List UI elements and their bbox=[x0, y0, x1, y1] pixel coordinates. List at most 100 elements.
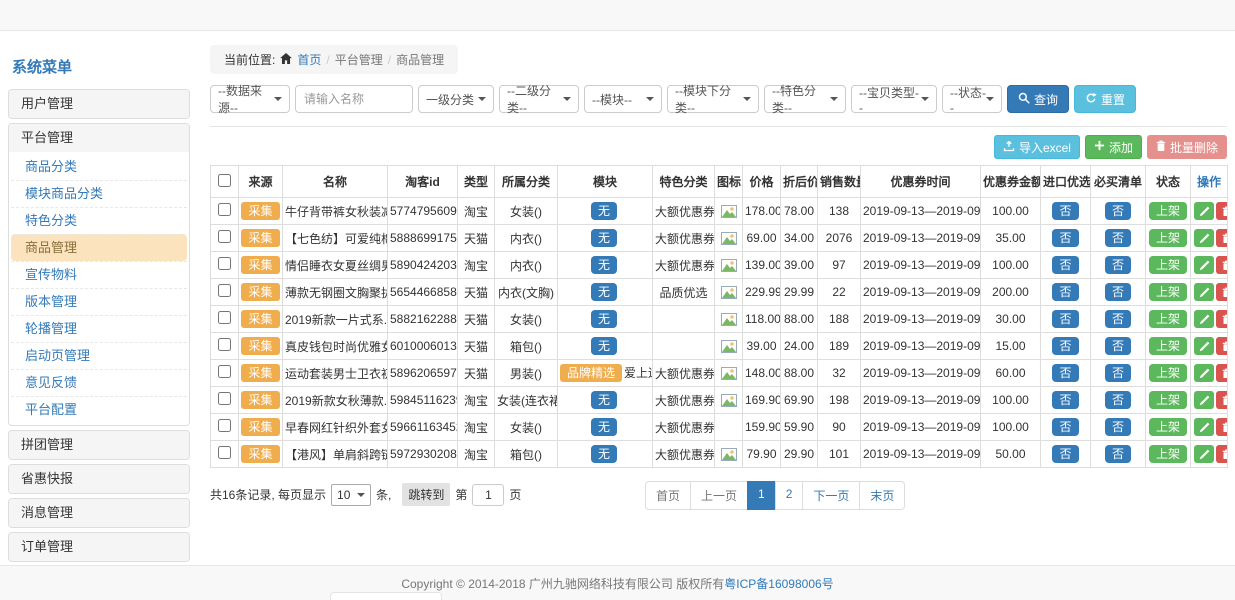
icp-link[interactable]: 粤ICP备16098006号 bbox=[724, 575, 833, 592]
edit-button[interactable] bbox=[1194, 283, 1214, 301]
pager-page-2[interactable]: 2 bbox=[775, 481, 804, 510]
import-select-badge[interactable]: 否 bbox=[1052, 283, 1078, 301]
import-select-badge[interactable]: 否 bbox=[1052, 445, 1078, 463]
select-all-checkbox[interactable] bbox=[218, 174, 231, 187]
must-buy-badge[interactable]: 否 bbox=[1105, 283, 1131, 301]
pager-first[interactable]: 首页 bbox=[645, 481, 691, 510]
delete-button[interactable] bbox=[1216, 445, 1228, 463]
status-badge[interactable]: 上架 bbox=[1149, 445, 1187, 463]
sidebar-item-users[interactable]: 用户管理 bbox=[9, 90, 189, 118]
search-button[interactable]: 查询 bbox=[1007, 85, 1069, 113]
level2-category-select[interactable]: --二级分类-- bbox=[499, 85, 579, 113]
sidebar-item-goods-category[interactable]: 商品分类 bbox=[11, 154, 187, 180]
edit-button[interactable] bbox=[1194, 418, 1214, 436]
must-buy-badge[interactable]: 否 bbox=[1105, 418, 1131, 436]
delete-button[interactable] bbox=[1216, 229, 1228, 247]
status-badge[interactable]: 上架 bbox=[1149, 202, 1187, 220]
level1-category-select[interactable]: 一级分类 bbox=[418, 85, 494, 113]
row-checkbox[interactable] bbox=[218, 419, 231, 432]
sidebar-item-version-management[interactable]: 版本管理 bbox=[11, 288, 187, 315]
status-badge[interactable]: 上架 bbox=[1149, 364, 1187, 382]
feature-category-select[interactable]: --特色分类-- bbox=[764, 85, 846, 113]
must-buy-badge[interactable]: 否 bbox=[1105, 364, 1131, 382]
status-select[interactable]: --状态-- bbox=[942, 85, 1002, 113]
delete-button[interactable] bbox=[1216, 202, 1228, 220]
row-checkbox[interactable] bbox=[218, 257, 231, 270]
jump-button[interactable]: 跳转到 bbox=[402, 483, 450, 506]
edit-button[interactable] bbox=[1194, 391, 1214, 409]
sidebar-item-promo-material[interactable]: 宣传物料 bbox=[11, 261, 187, 288]
sidebar-item-splash-management[interactable]: 启动页管理 bbox=[11, 342, 187, 369]
edit-button[interactable] bbox=[1194, 310, 1214, 328]
delete-button[interactable] bbox=[1216, 283, 1228, 301]
sidebar-item-groupbuy[interactable]: 拼团管理 bbox=[9, 431, 189, 459]
import-select-badge[interactable]: 否 bbox=[1052, 202, 1078, 220]
delete-button[interactable] bbox=[1216, 310, 1228, 328]
row-checkbox[interactable] bbox=[218, 284, 231, 297]
import-select-badge[interactable]: 否 bbox=[1052, 337, 1078, 355]
must-buy-badge[interactable]: 否 bbox=[1105, 337, 1131, 355]
module-sub-category-select[interactable]: --模块下分类-- bbox=[667, 85, 759, 113]
status-badge[interactable]: 上架 bbox=[1149, 418, 1187, 436]
edit-button[interactable] bbox=[1194, 229, 1214, 247]
row-checkbox[interactable] bbox=[218, 338, 231, 351]
edit-button[interactable] bbox=[1194, 337, 1214, 355]
batch-delete-button[interactable]: 批量删除 bbox=[1147, 135, 1227, 159]
row-checkbox[interactable] bbox=[218, 392, 231, 405]
sidebar-item-goods-management[interactable]: 商品管理 bbox=[11, 234, 187, 261]
item-type-select[interactable]: --宝贝类型-- bbox=[851, 85, 937, 113]
import-select-badge[interactable]: 否 bbox=[1052, 364, 1078, 382]
import-excel-button[interactable]: 导入excel bbox=[994, 135, 1080, 159]
edit-button[interactable] bbox=[1194, 445, 1214, 463]
pager-last[interactable]: 末页 bbox=[859, 481, 905, 510]
name-search-input[interactable] bbox=[295, 85, 413, 113]
import-select-badge[interactable]: 否 bbox=[1052, 229, 1078, 247]
source-filter-select[interactable]: --数据来源-- bbox=[210, 85, 290, 113]
jump-page-input[interactable] bbox=[472, 484, 504, 506]
must-buy-badge[interactable]: 否 bbox=[1105, 391, 1131, 409]
reset-button[interactable]: 重置 bbox=[1074, 85, 1136, 113]
must-buy-badge[interactable]: 否 bbox=[1105, 256, 1131, 274]
pager-next[interactable]: 下一页 bbox=[802, 481, 860, 510]
sidebar-item-module-goods-category[interactable]: 模块商品分类 bbox=[11, 180, 187, 207]
delete-button[interactable] bbox=[1216, 418, 1228, 436]
pager-prev[interactable]: 上一页 bbox=[690, 481, 748, 510]
sidebar-item-feedback[interactable]: 意见反馈 bbox=[11, 369, 187, 396]
edit-button[interactable] bbox=[1194, 202, 1214, 220]
import-select-badge[interactable]: 否 bbox=[1052, 418, 1078, 436]
row-checkbox[interactable] bbox=[218, 230, 231, 243]
must-buy-badge[interactable]: 否 bbox=[1105, 445, 1131, 463]
must-buy-badge[interactable]: 否 bbox=[1105, 202, 1131, 220]
status-badge[interactable]: 上架 bbox=[1149, 256, 1187, 274]
delete-button[interactable] bbox=[1216, 256, 1228, 274]
status-badge[interactable]: 上架 bbox=[1149, 337, 1187, 355]
status-badge[interactable]: 上架 bbox=[1149, 391, 1187, 409]
sidebar-item-news[interactable]: 省惠快报 bbox=[9, 465, 189, 493]
delete-button[interactable] bbox=[1216, 337, 1228, 355]
breadcrumb-home-link[interactable]: 首页 bbox=[297, 51, 321, 68]
must-buy-badge[interactable]: 否 bbox=[1105, 310, 1131, 328]
sidebar-item-feature-category[interactable]: 特色分类 bbox=[11, 207, 187, 234]
sidebar-item-orders[interactable]: 订单管理 bbox=[9, 533, 189, 561]
pager-page-1[interactable]: 1 bbox=[747, 481, 776, 510]
status-badge[interactable]: 上架 bbox=[1149, 229, 1187, 247]
status-badge[interactable]: 上架 bbox=[1149, 310, 1187, 328]
import-select-badge[interactable]: 否 bbox=[1052, 391, 1078, 409]
edit-button[interactable] bbox=[1194, 256, 1214, 274]
status-badge[interactable]: 上架 bbox=[1149, 283, 1187, 301]
import-select-badge[interactable]: 否 bbox=[1052, 310, 1078, 328]
row-checkbox[interactable] bbox=[218, 311, 231, 324]
module-select[interactable]: --模块-- bbox=[584, 85, 662, 113]
must-buy-badge[interactable]: 否 bbox=[1105, 229, 1131, 247]
edit-button[interactable] bbox=[1194, 364, 1214, 382]
row-checkbox[interactable] bbox=[218, 446, 231, 459]
page-size-select[interactable]: 10 bbox=[331, 484, 371, 506]
sidebar-item-carousel-management[interactable]: 轮播管理 bbox=[11, 315, 187, 342]
delete-button[interactable] bbox=[1216, 364, 1228, 382]
delete-button[interactable] bbox=[1216, 391, 1228, 409]
add-button[interactable]: 添加 bbox=[1085, 135, 1142, 159]
row-checkbox[interactable] bbox=[218, 203, 231, 216]
sidebar-item-platform[interactable]: 平台管理 bbox=[9, 124, 189, 152]
sidebar-item-messages[interactable]: 消息管理 bbox=[9, 499, 189, 527]
import-select-badge[interactable]: 否 bbox=[1052, 256, 1078, 274]
